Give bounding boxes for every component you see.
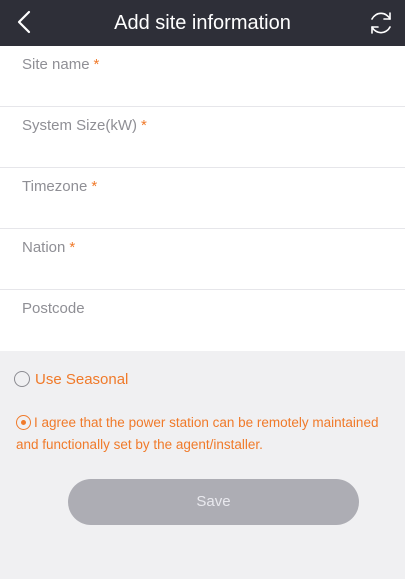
required-marker: * xyxy=(91,178,98,195)
system-size-label: System Size(kW) * xyxy=(22,117,147,134)
seasonal-radio[interactable] xyxy=(14,371,30,387)
site-name-field[interactable]: Site name * xyxy=(0,46,405,107)
postcode-label: Postcode xyxy=(22,300,85,317)
required-marker: * xyxy=(93,56,100,73)
site-name-label: Site name * xyxy=(22,56,100,73)
seasonal-label: Use Seasonal xyxy=(35,370,129,388)
timezone-label: Timezone * xyxy=(22,178,98,195)
required-marker: * xyxy=(141,117,147,134)
system-size-input[interactable] xyxy=(22,139,389,165)
page-title: Add site information xyxy=(114,12,291,34)
postcode-field[interactable]: Postcode xyxy=(0,290,405,351)
required-marker: * xyxy=(69,239,76,256)
nation-label: Nation * xyxy=(22,239,76,256)
site-name-input[interactable] xyxy=(22,78,389,104)
refresh-button[interactable] xyxy=(365,7,397,39)
site-info-form: Site name * System Size(kW) * Timezone * Na… xyxy=(0,46,405,351)
save-button[interactable]: Save xyxy=(68,479,359,525)
timezone-field[interactable]: Timezone * xyxy=(0,168,405,229)
agreement-radio[interactable] xyxy=(16,415,31,430)
system-size-field[interactable]: System Size(kW) * xyxy=(0,107,405,168)
agreement-option[interactable]: I agree that the power station can be re… xyxy=(16,412,396,456)
timezone-input[interactable] xyxy=(22,200,389,226)
use-seasonal-option[interactable]: Use Seasonal xyxy=(14,368,128,390)
nation-field[interactable]: Nation * xyxy=(0,229,405,290)
refresh-icon xyxy=(371,12,391,34)
postcode-input[interactable] xyxy=(22,322,389,348)
top-bar: Add site information xyxy=(0,0,405,46)
nation-input[interactable] xyxy=(22,261,389,287)
agreement-text: I agree that the power station can be re… xyxy=(16,415,379,452)
